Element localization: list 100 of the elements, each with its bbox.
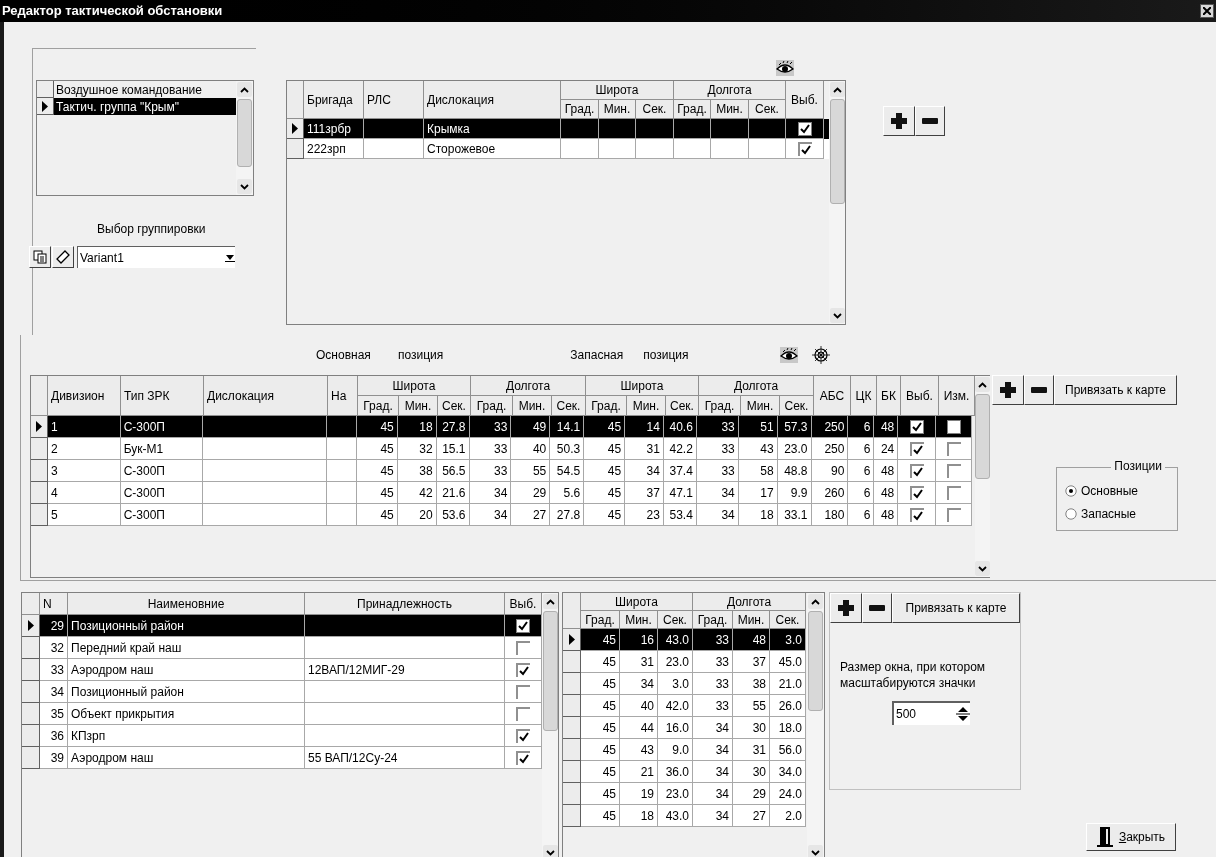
column-header: Сек.	[666, 396, 699, 416]
checkbox[interactable]	[909, 419, 924, 434]
column-header: Мин.	[627, 396, 666, 416]
table-row[interactable]: 35 Объект прикрытия	[22, 703, 542, 725]
scroll-up-icon[interactable]	[240, 86, 249, 93]
vertical-scrollbar[interactable]	[975, 376, 990, 577]
crosshair-icon[interactable]	[811, 346, 830, 364]
scroll-down-icon[interactable]	[832, 312, 842, 319]
add-button[interactable]	[830, 593, 862, 623]
add-button[interactable]	[883, 106, 915, 136]
checkbox[interactable]	[516, 640, 530, 655]
table-row[interactable]: 29 Позиционный район	[22, 615, 542, 637]
list-item[interactable]: Воздушное командование	[54, 81, 236, 98]
table-row[interactable]: 222зрп Сторожевое	[287, 139, 829, 159]
table-row[interactable]: 45 31 23.0 33 37 45.0	[563, 651, 806, 673]
checkbox[interactable]	[946, 507, 961, 522]
table-row[interactable]: 45 40 42.0 33 55 26.0	[563, 695, 806, 717]
scroll-up-icon[interactable]	[978, 381, 987, 388]
checkbox[interactable]	[946, 441, 961, 456]
minus-icon	[869, 605, 885, 611]
checkbox[interactable]	[909, 507, 924, 522]
checkbox[interactable]	[797, 141, 812, 156]
column-header	[563, 593, 581, 629]
checkbox[interactable]	[946, 419, 961, 434]
column-header: ЦК	[851, 376, 877, 416]
table-row[interactable]: 32 Передний край наш	[22, 637, 542, 659]
table-row[interactable]: 5 С-300П 45 20 53.6 34 27 27.8 45 23 53.4 34 18 33.1 180 6 48	[31, 504, 972, 526]
size-spinbox[interactable]: 500	[892, 701, 970, 725]
table-cell: 27	[733, 805, 770, 827]
checkbox[interactable]	[946, 485, 961, 500]
checkbox[interactable]	[516, 750, 530, 765]
copy-button[interactable]	[29, 246, 51, 268]
checkbox[interactable]	[909, 441, 924, 456]
table-row[interactable]: 45 21 36.0 34 30 34.0	[563, 761, 806, 783]
checkbox[interactable]	[946, 463, 961, 478]
table-row[interactable]: 45 44 16.0 34 30 18.0	[563, 717, 806, 739]
table-row[interactable]: 2 Бук-М1 45 32 15.1 33 40 50.3 45 31 42.2 33 43 23.0 250 6 24	[31, 438, 972, 460]
bind-to-map-button[interactable]: Привязать к карте	[1054, 375, 1177, 405]
checkbox[interactable]	[516, 728, 530, 743]
remove-button[interactable]	[862, 593, 892, 623]
bind-to-map-button[interactable]: Привязать к карте	[892, 593, 1020, 623]
scroll-down-icon[interactable]	[811, 849, 820, 856]
table-cell: 34	[696, 504, 739, 526]
table-row[interactable]: 45 16 43.0 33 48 3.0	[563, 629, 806, 651]
checkbox[interactable]	[909, 485, 924, 500]
checkbox[interactable]	[909, 463, 924, 478]
eraser-button[interactable]	[52, 246, 74, 268]
plus-icon	[891, 113, 907, 129]
table-row[interactable]: 39 Аэродром наш 55 ВАП/12Су-24	[22, 747, 542, 769]
group-title: Позиции	[1111, 460, 1165, 472]
column-group-header: Широта	[581, 593, 693, 611]
column-header: Град.	[699, 396, 741, 416]
radio-button[interactable]	[1065, 507, 1077, 520]
table-row[interactable]: 45 18 43.0 34 27 2.0	[563, 805, 806, 827]
table-cell: 55 ВАП/12Су-24	[305, 747, 505, 769]
table-row[interactable]: 1 С-300П 45 18 27.8 33 49 14.1 45 14 40.6 33 51 57.3 250 6 48	[31, 416, 972, 438]
vertical-scrollbar[interactable]	[542, 593, 558, 857]
table-row[interactable]: 3 С-300П 45 38 56.5 33 55 54.5 45 34 37.4 33 58 48.8 90 6 48	[31, 460, 972, 482]
checkbox[interactable]	[516, 618, 530, 633]
list-item[interactable]: Тактич. группа "Крым"	[54, 98, 236, 115]
remove-button[interactable]	[915, 106, 945, 136]
scroll-down-icon[interactable]	[240, 183, 249, 190]
table-row[interactable]: 45 43 9.0 34 31 56.0	[563, 739, 806, 761]
column-header: Сек.	[658, 611, 693, 629]
column-header: Мин.	[513, 396, 552, 416]
table-row[interactable]: 33 Аэродром наш 12ВАП/12МИГ-29	[22, 659, 542, 681]
table-row[interactable]: 111зрбр Крымка	[287, 119, 829, 139]
add-button[interactable]	[992, 375, 1024, 405]
vertical-scrollbar[interactable]	[829, 81, 845, 324]
checkbox[interactable]	[516, 684, 530, 699]
eye-icon[interactable]	[779, 347, 798, 363]
row-header	[563, 783, 581, 805]
table-cell: 34	[469, 504, 512, 526]
table-row[interactable]: 34 Позиционный район	[22, 681, 542, 703]
radio-button[interactable]	[1065, 484, 1077, 497]
vertical-scrollbar[interactable]	[807, 593, 824, 857]
checkbox[interactable]	[516, 706, 530, 721]
column-header: Бригада	[304, 81, 364, 119]
table-row[interactable]: 45 34 3.0 33 38 21.0	[563, 673, 806, 695]
table-cell: 27	[511, 504, 551, 526]
close-button[interactable]	[1200, 4, 1214, 18]
vertical-scrollbar[interactable]	[236, 81, 253, 195]
close-button[interactable]: Закрыть	[1086, 823, 1176, 851]
scroll-down-icon[interactable]	[545, 849, 555, 856]
scroll-up-icon[interactable]	[811, 598, 820, 605]
grouping-combobox[interactable]: Variant1	[77, 246, 235, 268]
scroll-down-icon[interactable]	[978, 565, 987, 572]
row-header	[22, 703, 40, 725]
table-row[interactable]: 45 19 23.0 34 29 24.0	[563, 783, 806, 805]
column-header: Сек.	[770, 611, 806, 629]
scroll-up-icon[interactable]	[832, 86, 842, 93]
table-row[interactable]: 4 С-300П 45 42 21.6 34 29 5.6 45 37 47.1 34 17 9.9 260 6 48	[31, 482, 972, 504]
eye-icon[interactable]	[776, 60, 794, 76]
scroll-up-icon[interactable]	[545, 598, 555, 605]
table-cell: 2.0	[770, 805, 806, 827]
row-pointer-icon	[42, 100, 48, 112]
remove-button[interactable]	[1024, 375, 1054, 405]
table-row[interactable]: 36 КПзрп	[22, 725, 542, 747]
checkbox[interactable]	[516, 662, 530, 677]
checkbox[interactable]	[797, 121, 812, 136]
